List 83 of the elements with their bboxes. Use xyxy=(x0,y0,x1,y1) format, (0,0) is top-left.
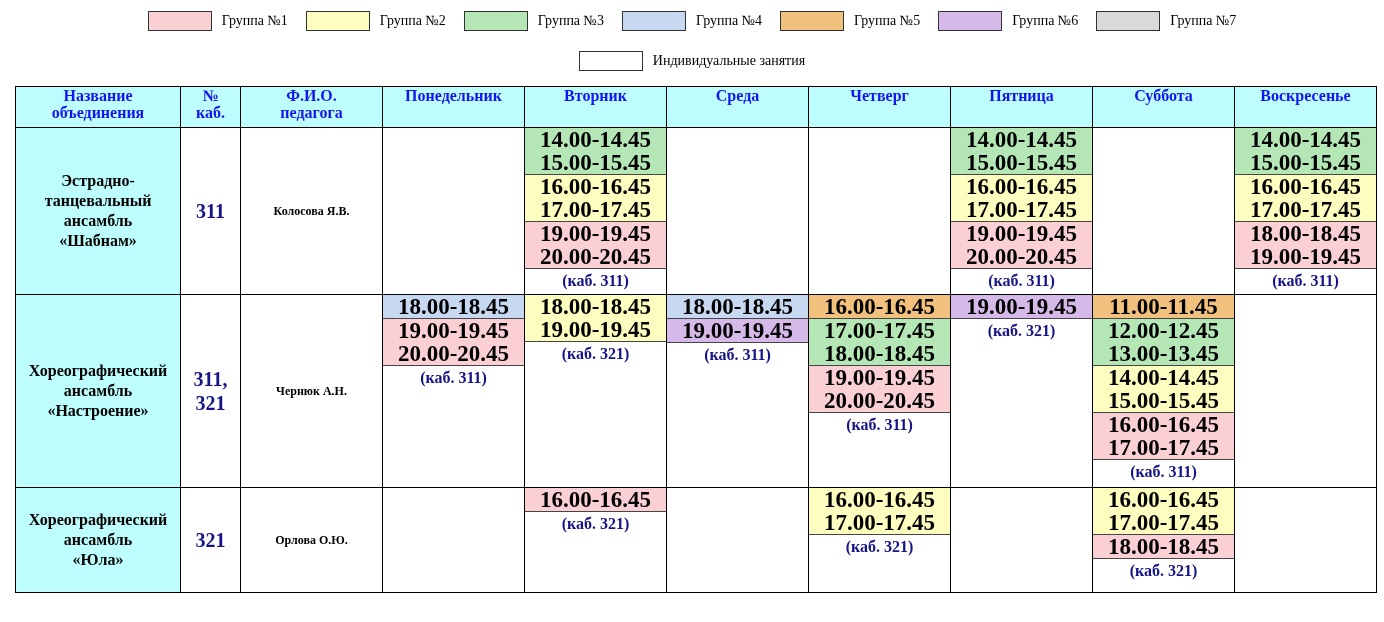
room-note: (каб. 311) xyxy=(704,346,771,364)
legend-label: Группа №7 xyxy=(1170,13,1237,29)
time-range: 18.00-18.45 xyxy=(397,295,510,318)
legend-label: Группа №3 xyxy=(537,13,604,29)
time-range: 18.00-18.45 xyxy=(1249,222,1362,245)
time-range: 16.00-16.45 xyxy=(823,295,936,318)
time-range: 20.00-20.45 xyxy=(539,245,652,268)
time-range: 17.00-17.45 xyxy=(965,198,1078,221)
room-note: (каб. 321) xyxy=(1129,562,1198,580)
time-range: 19.00-19.45 xyxy=(1249,245,1362,268)
ensemble-name-cell: Хореографический ансамбль «Юла» xyxy=(15,487,181,593)
legend-label: Группа №1 xyxy=(221,13,288,29)
time-range: 16.00-16.45 xyxy=(539,488,652,511)
time-range: 17.00-17.45 xyxy=(1249,198,1362,221)
time-range: 19.00-19.45 xyxy=(539,318,652,341)
room-note: (каб. 311) xyxy=(1130,463,1197,481)
time-range: 19.00-19.45 xyxy=(965,222,1078,245)
column-header: Ф.И.О. педагога xyxy=(240,86,383,128)
time-range: 18.00-18.45 xyxy=(539,295,652,318)
column-header: Среда xyxy=(666,86,809,128)
time-range: 17.00-17.45 xyxy=(539,198,652,221)
legend-label: Группа №5 xyxy=(854,13,921,29)
room-note: (каб. 311) xyxy=(1272,272,1339,290)
time-range: 18.00-18.45 xyxy=(1107,535,1220,558)
column-header: Суббота xyxy=(1092,86,1235,128)
room-note: (каб. 321) xyxy=(561,515,630,533)
time-range: 16.00-16.45 xyxy=(1107,488,1220,511)
ensemble-name-cell: Эстрадно- танцевальный ансамбль «Шабнам» xyxy=(15,127,181,295)
room-note: (каб. 321) xyxy=(561,345,630,363)
time-range: 18.00-18.45 xyxy=(681,295,794,318)
room-note: (каб. 321) xyxy=(987,322,1056,340)
column-header: Пятница xyxy=(950,86,1093,128)
column-header: Воскресенье xyxy=(1234,86,1377,128)
time-range: 20.00-20.45 xyxy=(397,342,510,365)
column-header: Понедельник xyxy=(382,86,525,128)
time-range: 20.00-20.45 xyxy=(823,389,936,412)
column-header: Вторник xyxy=(524,86,667,128)
ensemble-name-cell: Хореографический ансамбль «Настроение» xyxy=(15,294,181,488)
time-range: 17.00-17.45 xyxy=(1107,511,1220,534)
time-range: 19.00-19.45 xyxy=(397,319,510,342)
time-range: 15.00-15.45 xyxy=(1249,151,1362,174)
time-range: 14.00-14.45 xyxy=(1107,366,1220,389)
time-range: 11.00-11.45 xyxy=(1109,295,1218,318)
time-range: 15.00-15.45 xyxy=(1107,389,1220,412)
teacher-cell: Колосова Я.В. xyxy=(240,127,383,295)
time-range: 14.00-14.45 xyxy=(965,128,1078,151)
time-range: 16.00-16.45 xyxy=(1249,175,1362,198)
room-cell: 311 xyxy=(180,127,241,295)
room-note: (каб. 311) xyxy=(988,272,1055,290)
room-note: (каб. 311) xyxy=(420,369,487,387)
column-header: № каб. xyxy=(180,86,241,128)
column-header: Название объединения xyxy=(15,86,181,128)
time-range: 19.00-19.45 xyxy=(681,319,794,342)
room-note: (каб. 311) xyxy=(562,272,629,290)
room-note: (каб. 321) xyxy=(845,538,914,556)
time-range: 19.00-19.45 xyxy=(965,295,1078,318)
time-range: 20.00-20.45 xyxy=(965,245,1078,268)
room-note: (каб. 311) xyxy=(846,416,913,434)
legend-label: Группа №4 xyxy=(695,13,763,29)
time-range: 17.00-17.45 xyxy=(823,511,936,534)
time-range: 13.00-13.45 xyxy=(1107,342,1220,365)
legend-label: Группа №2 xyxy=(379,13,446,29)
time-range: 19.00-19.45 xyxy=(823,366,936,389)
time-range: 17.00-17.45 xyxy=(823,319,936,342)
legend-label: Группа №6 xyxy=(1012,13,1079,29)
time-range: 14.00-14.45 xyxy=(539,128,652,151)
time-range: 15.00-15.45 xyxy=(965,151,1078,174)
time-range: 16.00-16.45 xyxy=(965,175,1078,198)
column-header: Четверг xyxy=(808,86,951,128)
room-cell: 321 xyxy=(180,487,241,593)
time-range: 12.00-12.45 xyxy=(1107,319,1220,342)
time-range: 15.00-15.45 xyxy=(539,151,652,174)
teacher-cell: Чернюк А.Н. xyxy=(240,294,383,488)
legend-label: Индивидуальные занятия xyxy=(652,53,806,69)
time-range: 17.00-17.45 xyxy=(1107,436,1220,459)
teacher-cell: Орлова О.Ю. xyxy=(240,487,383,593)
time-range: 14.00-14.45 xyxy=(1249,128,1362,151)
room-cell: 311, 321 xyxy=(180,294,241,488)
time-range: 16.00-16.45 xyxy=(1107,413,1220,436)
time-range: 16.00-16.45 xyxy=(823,488,936,511)
time-range: 16.00-16.45 xyxy=(539,175,652,198)
time-range: 18.00-18.45 xyxy=(823,342,936,365)
time-range: 19.00-19.45 xyxy=(539,222,652,245)
